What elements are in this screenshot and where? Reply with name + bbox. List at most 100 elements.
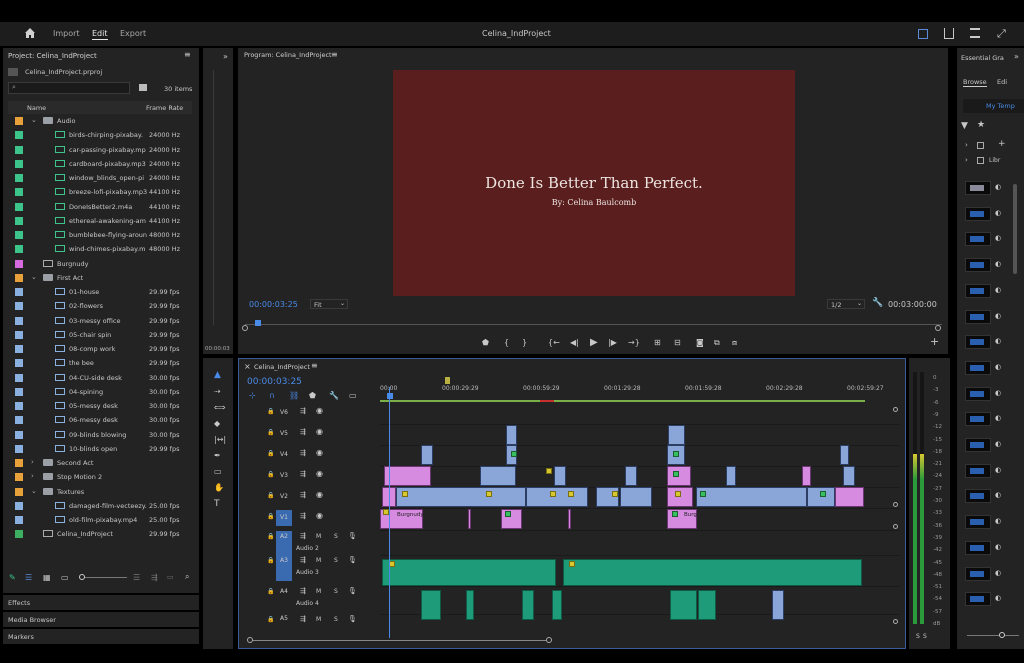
template-thumbnail[interactable] — [965, 386, 991, 401]
label-color-swatch[interactable] — [15, 174, 23, 182]
track-area[interactable]: Burgnudy Burg — [380, 403, 900, 638]
microphone-icon[interactable]: 🎙 — [348, 532, 357, 540]
sync-lock-icon[interactable]: ⇶ — [300, 428, 306, 436]
overwrite-icon[interactable]: ⧈ — [732, 338, 737, 348]
project-item[interactable]: birds-chirping-pixabay. 24000 Hz — [11, 128, 189, 142]
label-color-swatch[interactable] — [15, 444, 23, 453]
microphone-icon[interactable]: 🎙 — [348, 587, 357, 595]
lock-icon[interactable]: 🔒 — [267, 616, 274, 623]
playhead-handle[interactable] — [255, 320, 261, 326]
solo-left[interactable]: S — [916, 633, 920, 640]
quick-export-icon[interactable] — [918, 29, 928, 39]
project-item[interactable]: 04-spining 30.00 fps — [11, 385, 189, 399]
eye-icon[interactable]: ◉ — [316, 469, 323, 478]
scroll-right-handle[interactable] — [935, 325, 941, 331]
project-item[interactable]: old-film-pixabay.mp4 25.00 fps — [11, 513, 189, 527]
audio-clip[interactable] — [552, 590, 562, 620]
add-button-icon[interactable]: + — [930, 335, 939, 348]
scroll-right-handle[interactable] — [546, 637, 552, 643]
label-color-swatch[interactable] — [15, 188, 23, 197]
linked-selection-icon[interactable]: ⛓ — [289, 391, 299, 400]
project-item[interactable]: 01-house 29.99 fps — [11, 285, 189, 299]
template-info-icon[interactable]: ◐ — [995, 414, 1001, 422]
template-thumbnail[interactable] — [965, 181, 991, 195]
sync-lock-icon[interactable]: ⇶ — [300, 470, 306, 478]
eye-icon[interactable]: ◉ — [316, 511, 323, 520]
export-frame-icon[interactable]: ◙ — [696, 338, 704, 347]
chevron-right-icon[interactable]: › — [31, 458, 34, 466]
selection-tool-icon[interactable]: ▲ — [214, 370, 221, 380]
template-thumbnail[interactable] — [965, 463, 991, 478]
automate-icon[interactable]: ⇶ — [151, 573, 158, 582]
label-color-swatch[interactable] — [15, 202, 23, 211]
template-info-icon[interactable]: ◐ — [995, 260, 1001, 268]
template-thumbnail[interactable] — [965, 592, 991, 607]
template-thumbnail[interactable] — [965, 309, 991, 324]
panel-menu-icon[interactable]: ≡ — [184, 50, 191, 59]
label-color-swatch[interactable] — [15, 273, 23, 282]
template-thumbnail[interactable] — [965, 540, 991, 555]
solo-button[interactable]: S — [334, 616, 338, 623]
pencil-icon[interactable]: ✎ — [9, 573, 16, 582]
label-color-swatch[interactable] — [15, 117, 23, 125]
solo-right[interactable]: S — [923, 633, 927, 640]
lock-icon[interactable]: 🔒 — [267, 429, 274, 436]
template-info-icon[interactable]: ◐ — [995, 363, 1001, 371]
mute-button[interactable]: M — [316, 557, 321, 564]
project-item[interactable]: 03-messy office 29.99 fps — [11, 314, 189, 328]
star-icon[interactable]: ★ — [977, 120, 985, 130]
captions-icon[interactable]: ▭ — [349, 391, 357, 400]
timeline-clip[interactable] — [554, 466, 566, 486]
template-info-icon[interactable]: ◐ — [995, 466, 1001, 474]
label-color-swatch[interactable] — [15, 245, 23, 254]
label-color-swatch[interactable] — [15, 302, 23, 311]
effects-panel-tab[interactable]: Effects — [3, 595, 199, 610]
label-color-swatch[interactable] — [15, 402, 23, 410]
mute-button[interactable]: M — [316, 533, 321, 540]
template-info-icon[interactable]: ◐ — [995, 569, 1001, 577]
label-color-swatch[interactable] — [15, 316, 23, 325]
label-color-swatch[interactable] — [15, 459, 23, 467]
project-item[interactable]: bumblebee-flying-aroun 48000 Hz — [11, 228, 189, 242]
timeline-clip[interactable] — [384, 466, 431, 486]
template-info-icon[interactable]: ◐ — [995, 209, 1001, 217]
audio-clip[interactable] — [670, 590, 697, 620]
checkbox[interactable] — [977, 157, 984, 164]
timeline-scrollbar[interactable] — [247, 637, 552, 643]
tab-export[interactable]: Export — [120, 29, 146, 38]
template-info-icon[interactable]: ◐ — [995, 286, 1001, 294]
timeline-clip[interactable] — [807, 487, 835, 507]
track-target[interactable]: A4 — [276, 586, 292, 612]
type-tool-icon[interactable]: T — [214, 499, 220, 509]
workspaces-icon[interactable] — [970, 28, 980, 38]
label-color-swatch[interactable] — [15, 501, 23, 510]
label-color-swatch[interactable] — [15, 359, 23, 368]
template-info-icon[interactable]: ◐ — [995, 491, 1001, 499]
bin-icon[interactable]: ▭ — [167, 573, 174, 581]
template-thumbnail[interactable] — [965, 258, 991, 273]
track-target[interactable]: A2 — [276, 531, 292, 557]
insert-icon[interactable]: ⧉ — [714, 338, 720, 348]
eye-icon[interactable]: ◉ — [316, 448, 323, 457]
list-view-icon[interactable]: ☰ — [25, 573, 32, 582]
program-scrub-bar[interactable] — [245, 320, 942, 326]
wrench-icon[interactable]: 🔧 — [872, 298, 883, 308]
project-item[interactable]: 09-blinds blowing 30.00 fps — [11, 428, 189, 442]
track-target[interactable]: V1 — [276, 510, 292, 526]
tab-edit[interactable]: Edit — [92, 29, 108, 40]
filter-icon[interactable]: ▼ — [961, 121, 968, 131]
timeline-clip[interactable] — [468, 509, 471, 529]
label-color-swatch[interactable] — [15, 487, 23, 496]
timeline-clip[interactable] — [625, 466, 637, 486]
project-item[interactable]: ethereal-awakening-am 44100 Hz — [11, 214, 189, 228]
sync-lock-icon[interactable]: ⇶ — [300, 532, 306, 540]
snap-icon[interactable]: ∩ — [269, 391, 275, 400]
nest-icon[interactable]: ⊹ — [249, 391, 256, 400]
new-bin-icon[interactable] — [139, 84, 147, 91]
label-color-swatch[interactable] — [15, 159, 23, 168]
go-to-out-icon[interactable]: →} — [628, 338, 640, 347]
mute-button[interactable]: M — [316, 588, 321, 595]
project-item[interactable]: window_blinds_open-pi 24000 Hz — [11, 171, 189, 185]
project-item[interactable]: Burgnudy — [11, 257, 189, 271]
label-color-swatch[interactable] — [15, 231, 23, 239]
